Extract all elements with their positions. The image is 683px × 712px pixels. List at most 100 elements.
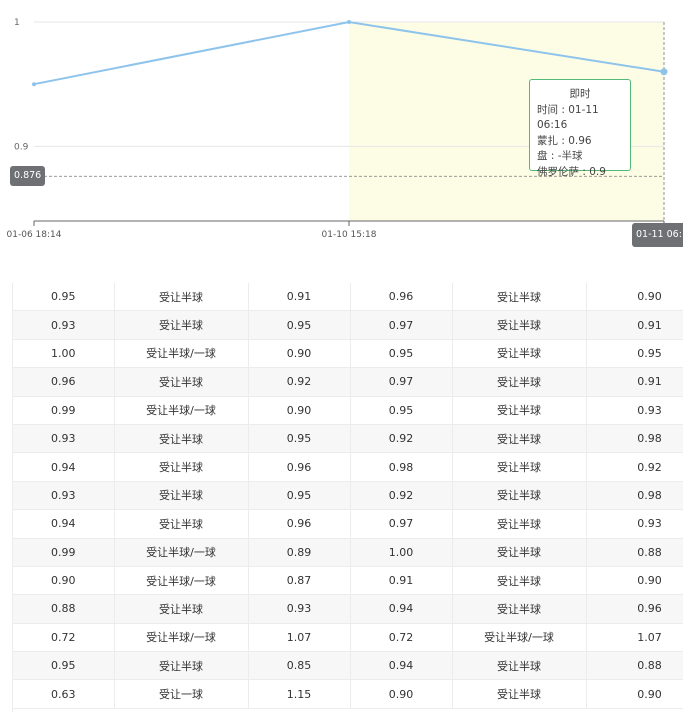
handicap-cell: 受让一球 — [114, 679, 249, 709]
pointer-value-badge: 0.876 — [10, 166, 46, 187]
handicap-cell: 受让半球 — [114, 424, 249, 454]
table-row: 0.93 受让半球 0.95 0.92 受让半球 0.98 — [13, 424, 683, 454]
tooltip-home-odds: 蒙扎 : 0.96 — [537, 134, 592, 147]
home-odds-cell: 0.95 — [13, 283, 115, 312]
away-odds-cell: 0.93 — [248, 594, 351, 624]
home-odds-cell: 0.92 — [350, 424, 453, 454]
home-odds-cell: 0.97 — [350, 509, 453, 539]
y-tick-label: 0.9 — [14, 142, 29, 152]
handicap-cell: 受让半球/一球 — [114, 538, 249, 567]
table-row: 0.95 受让半球 0.91 0.96 受让半球 0.90 — [13, 283, 683, 312]
handicap-cell: 受让半球 — [452, 339, 587, 369]
away-odds-cell: 1.07 — [586, 623, 683, 653]
y-tick-label: 1 — [14, 18, 20, 28]
handicap-cell: 受让半球 — [452, 594, 587, 624]
away-odds-cell: 0.96 — [248, 509, 351, 539]
handicap-cell: 受让半球 — [114, 367, 249, 397]
handicap-cell: 受让半球 — [114, 283, 249, 312]
handicap-cell: 受让半球 — [452, 566, 587, 596]
away-odds-cell: 0.93 — [586, 396, 683, 425]
away-odds-cell: 0.88 — [586, 651, 683, 681]
table-row: 0.90 受让半球/一球 0.87 0.91 受让半球 0.90 — [13, 566, 683, 596]
home-odds-cell: 0.95 — [350, 396, 453, 425]
tooltip-away-odds: 佛罗伦萨 : 0.9 — [537, 165, 606, 178]
tooltip-time: 时间 : 01-11 06:16 — [537, 103, 599, 132]
handicap-cell: 受让半球 — [452, 396, 587, 425]
table-row: 1.00 受让半球/一球 0.90 0.95 受让半球 0.95 — [13, 339, 683, 369]
away-odds-cell: 0.95 — [248, 310, 351, 340]
home-odds-cell: 0.99 — [13, 538, 115, 567]
home-odds-cell: 0.99 — [13, 396, 115, 425]
home-odds-cell: 0.88 — [13, 594, 115, 624]
table-row: 0.93 受让半球 0.95 0.97 受让半球 0.91 — [13, 310, 683, 340]
handicap-cell: 受让半球/一球 — [114, 566, 249, 596]
home-odds-cell: 0.97 — [350, 310, 453, 340]
x-tick-label: 01-06 18:14 — [7, 230, 62, 240]
home-odds-cell: 0.94 — [350, 594, 453, 624]
series-point — [660, 68, 668, 76]
handicap-cell: 受让半球/一球 — [452, 623, 587, 653]
handicap-cell: 受让半球 — [452, 452, 587, 482]
home-odds-cell: 0.94 — [350, 651, 453, 681]
home-odds-cell: 0.93 — [13, 481, 115, 511]
away-odds-cell: 1.15 — [248, 679, 351, 709]
home-odds-cell: 0.96 — [13, 367, 115, 397]
series-point — [347, 20, 351, 24]
away-odds-cell: 0.92 — [248, 367, 351, 397]
tooltip-title: 即时 — [569, 88, 591, 100]
home-odds-cell: 0.96 — [350, 283, 453, 312]
odds-table: 0.95 受让半球 0.91 0.96 受让半球 0.90 0.93 受让半球 0.95 0.97… — [12, 283, 683, 712]
chart-tooltip: 即时 时间 : 01-11 06:16 蒙扎 : 0.96 盘 : -半球 佛罗… — [529, 79, 631, 178]
away-odds-cell: 0.90 — [586, 283, 683, 312]
handicap-cell: 受让半球 — [114, 594, 249, 624]
table-row: 0.95 受让半球 0.85 0.94 受让半球 0.88 — [13, 651, 683, 681]
home-odds-cell: 0.91 — [350, 566, 453, 596]
series-point — [32, 82, 36, 87]
away-odds-cell: 0.88 — [586, 538, 683, 567]
home-odds-cell: 0.95 — [350, 339, 453, 369]
handicap-cell: 受让半球 — [452, 283, 587, 312]
handicap-cell: 受让半球 — [114, 509, 249, 539]
home-odds-cell: 1.00 — [13, 339, 115, 369]
table-row: 0.99 受让半球/一球 0.89 1.00 受让半球 0.88 — [13, 538, 683, 567]
away-odds-cell: 1.07 — [248, 623, 351, 653]
away-odds-cell: 0.90 — [586, 566, 683, 596]
home-odds-cell: 0.90 — [13, 566, 115, 596]
away-odds-cell: 0.90 — [586, 679, 683, 709]
away-odds-cell: 0.91 — [248, 283, 351, 312]
handicap-cell: 受让半球 — [452, 651, 587, 681]
away-odds-cell: 0.85 — [248, 651, 351, 681]
away-odds-cell: 0.95 — [586, 339, 683, 369]
home-odds-cell: 0.98 — [350, 452, 453, 482]
home-odds-cell: 0.93 — [13, 310, 115, 340]
handicap-cell: 受让半球 — [452, 679, 587, 709]
home-odds-cell: 0.92 — [350, 481, 453, 511]
table-row: 0.93 受让半球 0.95 0.92 受让半球 0.98 — [13, 481, 683, 511]
away-odds-cell: 0.87 — [248, 566, 351, 596]
away-odds-cell: 0.98 — [586, 481, 683, 511]
away-odds-cell: 0.93 — [586, 509, 683, 539]
away-odds-cell: 0.96 — [248, 452, 351, 482]
home-odds-cell: 0.95 — [13, 651, 115, 681]
tooltip-handicap: 盘 : -半球 — [537, 150, 583, 162]
handicap-cell: 受让半球 — [452, 367, 587, 397]
away-odds-cell: 0.95 — [248, 424, 351, 454]
away-odds-cell: 0.90 — [248, 339, 351, 369]
handicap-cell: 受让半球/一球 — [114, 623, 249, 653]
table-row: 0.88 受让半球 0.93 0.94 受让半球 0.96 — [13, 594, 683, 624]
away-odds-cell: 0.96 — [586, 594, 683, 624]
handicap-cell: 受让半球 — [452, 538, 587, 567]
table-row: 0.94 受让半球 0.96 0.97 受让半球 0.93 — [13, 509, 683, 539]
table-row: 0.63 受让一球 1.15 0.90 受让半球 0.90 — [13, 679, 683, 709]
away-odds-cell: 0.92 — [586, 452, 683, 482]
odds-chart: 1 0.9 01-06 18:14 01-10 15:18 0.876 01-11 0… — [0, 0, 683, 255]
handicap-cell: 受让半球 — [114, 651, 249, 681]
table-row: 0.96 受让半球 0.92 0.97 受让半球 0.91 — [13, 367, 683, 397]
handicap-cell: 受让半球 — [114, 481, 249, 511]
handicap-cell: 受让半球 — [452, 310, 587, 340]
handicap-cell: 受让半球/一球 — [114, 396, 249, 425]
home-odds-cell: 1.00 — [350, 538, 453, 567]
home-odds-cell: 0.94 — [13, 452, 115, 482]
table-row: 0.99 受让半球/一球 0.90 0.95 受让半球 0.93 — [13, 396, 683, 425]
handicap-cell: 受让半球 — [114, 452, 249, 482]
